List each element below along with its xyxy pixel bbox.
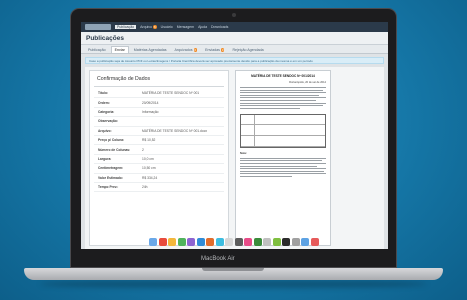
- tab-arquivados-label: Arquivados: [174, 48, 193, 52]
- form-row-value: 10,0 cm: [142, 156, 154, 161]
- preview-note: Nota:: [240, 151, 247, 155]
- form-row-label: Categoria:: [98, 109, 115, 114]
- form-row: Valor Estimado: R$ 334,24: [94, 174, 224, 183]
- form-rows: Título: MATÉRIA DE TESTE SENDOC Nº 001 Ord…: [90, 89, 228, 193]
- tab-arquivados[interactable]: Arquivados 6: [172, 47, 201, 53]
- form-row-label: Ordem:: [98, 100, 110, 105]
- form-row-value: R$ 10,52: [142, 138, 156, 143]
- dock-app-icon[interactable]: [272, 238, 281, 246]
- form-row-value: MATÉRIA DE TESTE SENDOC Nº 001.docx: [142, 128, 208, 133]
- preview-date: Florianópolis, 20 de set de 2014: [289, 81, 326, 84]
- preview-note-text: [240, 157, 326, 177]
- nav-item-ajuda[interactable]: Ajuda: [198, 25, 207, 29]
- nav-item-publicacao[interactable]: Publicação: [115, 25, 137, 29]
- laptop-base: [24, 268, 443, 280]
- page-title: Publicações: [86, 34, 124, 42]
- dock-app-icon[interactable]: [225, 238, 234, 246]
- form-row: Preço p/ Coluna: R$ 10,52: [94, 136, 224, 146]
- tab-arquivados-badge: 6: [193, 48, 198, 52]
- dock-app-icon[interactable]: [196, 238, 205, 246]
- document-preview[interactable]: MATÉRIA DE TESTE SENDOC Nº 001/2014 Flor…: [235, 70, 331, 246]
- tab-enviadas[interactable]: Enviadas 3: [202, 47, 227, 53]
- preview-title: MATÉRIA DE TESTE SENDOC Nº 001/2014: [251, 74, 315, 78]
- nav-item-mensagem[interactable]: Mensagem: [177, 25, 194, 29]
- form-row-label: Tempo Prev.:: [98, 185, 119, 190]
- top-navigation: Publicação Arquivo 6 Usuário Mensagem Aju…: [81, 22, 388, 32]
- tab-enviadas-label: Enviadas: [205, 48, 220, 52]
- preview-table: [240, 113, 326, 148]
- dock-app-icon[interactable]: [253, 238, 262, 246]
- laptop-shadow: [40, 280, 427, 288]
- form-row-label: Centimetragem:: [98, 166, 124, 171]
- confirmation-form: Confirmação de Dados Título: MATÉRIA DE T…: [89, 70, 229, 246]
- tab-enviadas-badge: 3: [220, 48, 225, 52]
- dock-app-icon[interactable]: [215, 238, 224, 246]
- dock-app-icon[interactable]: [282, 238, 291, 246]
- form-row-value: 10,50 cm: [142, 166, 156, 171]
- dock-app-icon[interactable]: [291, 238, 300, 246]
- main-content: Confirmação de Dados Título: MATÉRIA DE T…: [85, 67, 384, 249]
- dock-app-icon[interactable]: [149, 238, 158, 246]
- form-row: Centimetragem: 10,50 cm: [94, 164, 224, 174]
- dock-app-icon[interactable]: [206, 238, 215, 246]
- laptop-lid: Publicação Arquivo 6 Usuário Mensagem Aju…: [70, 8, 397, 268]
- form-row-label: Observação:: [98, 119, 118, 124]
- info-notice: Caso a publicação seja de Assunto PDF ou…: [85, 57, 384, 64]
- page-header: Publicações: [81, 32, 388, 45]
- tab-publicacao[interactable]: Publicação: [85, 47, 109, 53]
- form-row-value: Informação: [142, 109, 159, 114]
- dock-app-icon[interactable]: [310, 238, 319, 246]
- laptop-notch: [202, 268, 264, 271]
- form-row-value: MATÉRIA DE TESTE SENDOC Nº 001: [142, 91, 200, 96]
- dock-app-icon[interactable]: [301, 238, 310, 246]
- form-row-value: R$ 334,24: [142, 175, 158, 180]
- nav-item-downloads[interactable]: Downloads: [211, 25, 228, 29]
- preview-body-text: [240, 87, 326, 109]
- dock-app-icon[interactable]: [263, 238, 272, 246]
- dock-app-icon[interactable]: [168, 238, 177, 246]
- form-row: Número de Colunas: 2: [94, 145, 224, 155]
- site-logo[interactable]: [85, 24, 111, 30]
- form-row: Ordem: 20/09/2014: [94, 98, 224, 108]
- form-row: Largura: 10,0 cm: [94, 155, 224, 165]
- form-row: Categoria: Informação: [94, 108, 224, 118]
- mac-dock: [149, 236, 319, 248]
- laptop-screen: Publicação Arquivo 6 Usuário Mensagem Aju…: [81, 22, 388, 249]
- form-row: Título: MATÉRIA DE TESTE SENDOC Nº 001: [94, 89, 224, 99]
- dock-app-icon[interactable]: [187, 238, 196, 246]
- camera-icon: [232, 13, 236, 17]
- tab-enviar[interactable]: Enviar: [110, 46, 129, 53]
- dock-app-icon[interactable]: [177, 238, 186, 246]
- form-row-value: 20/09/2014: [142, 100, 159, 105]
- tab-rejeicao-agendada[interactable]: Rejeição Agendada: [229, 47, 266, 53]
- nav-item-arquivo[interactable]: Arquivo 6: [140, 25, 157, 29]
- form-divider: [94, 86, 224, 87]
- form-row-label: Largura:: [98, 156, 112, 161]
- form-row: Tempo Prev.: 24h: [94, 183, 224, 193]
- nav-item-usuario[interactable]: Usuário: [161, 25, 173, 29]
- nav-item-arquivo-label: Arquivo: [140, 25, 152, 29]
- dock-app-icon[interactable]: [158, 238, 167, 246]
- top-nav-menu: Publicação Arquivo 6 Usuário Mensagem Aju…: [115, 25, 228, 29]
- form-row-label: Título:: [98, 91, 109, 96]
- dock-app-icon[interactable]: [244, 238, 253, 246]
- form-row-label: Número de Colunas:: [98, 147, 131, 152]
- form-row: Observação:: [94, 117, 224, 127]
- form-row-label: Preço p/ Coluna:: [98, 138, 125, 143]
- dock-app-icon[interactable]: [234, 238, 243, 246]
- form-row-label: Valor Estimado:: [98, 175, 123, 180]
- form-row: Arquivo: MATÉRIA DE TESTE SENDOC Nº 001.d…: [94, 127, 224, 136]
- form-row-value: 2: [142, 147, 144, 152]
- form-title: Confirmação de Dados: [97, 76, 151, 82]
- laptop-brand-label: MacBook Air: [201, 256, 235, 262]
- nav-arquivo-badge: 6: [153, 25, 157, 29]
- tab-materias-agendadas[interactable]: Matérias Agendadas: [131, 47, 170, 53]
- form-row-value: 24h: [142, 185, 148, 190]
- form-row-label: Arquivo:: [98, 128, 112, 133]
- tab-bar: Publicação Enviar Matérias Agendadas Arq…: [81, 45, 388, 54]
